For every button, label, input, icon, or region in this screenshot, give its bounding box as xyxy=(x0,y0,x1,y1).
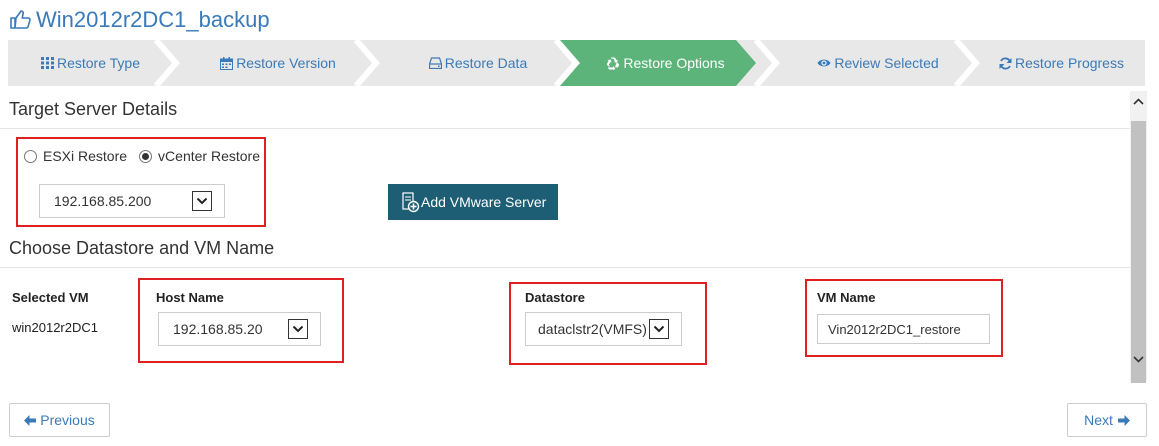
arrow-right-icon xyxy=(1117,414,1130,426)
vcenter-restore-label[interactable]: vCenter Restore xyxy=(158,148,260,164)
selected-vm-value: win2012r2DC1 xyxy=(12,320,98,335)
previous-label: Previous xyxy=(40,412,95,428)
recycle-icon xyxy=(606,57,620,70)
add-vmware-server-button[interactable]: Add VMware Server xyxy=(388,184,558,220)
step-review-selected[interactable]: Review Selected xyxy=(778,40,978,86)
datastore-label: Datastore xyxy=(525,290,585,305)
radio-selected-dot xyxy=(142,152,150,160)
drive-icon xyxy=(428,57,442,69)
datastore-section-heading: Choose Datastore and VM Name xyxy=(9,238,275,258)
step-label: Review Selected xyxy=(834,55,939,71)
step-restore-version[interactable]: Restore Version xyxy=(178,40,378,86)
restore-mode-radio-group: ESXi Restore vCenter Restore xyxy=(24,146,272,166)
eye-icon xyxy=(817,58,831,68)
esxi-restore-radio[interactable] xyxy=(24,149,37,163)
scroll-up-icon[interactable] xyxy=(1130,93,1147,110)
selected-vm-label: Selected VM xyxy=(12,290,89,305)
vm-name-input[interactable]: Vin2012r2DC1_restore xyxy=(817,314,990,344)
chevron-down-icon[interactable] xyxy=(192,191,212,211)
step-label: Restore Version xyxy=(236,55,336,71)
page-title-text: Win2012r2DC1_backup xyxy=(36,7,270,32)
step-label: Restore Options xyxy=(623,55,725,71)
datastore-value: dataclstr2(VMFS) xyxy=(538,321,647,337)
esxi-restore-label[interactable]: ESXi Restore xyxy=(43,148,127,164)
host-name-value: 192.168.85.20 xyxy=(173,321,263,337)
previous-button[interactable]: Previous xyxy=(9,403,110,437)
datastore-select[interactable]: dataclstr2(VMFS) xyxy=(525,312,682,346)
chevron-down-icon[interactable] xyxy=(288,319,308,339)
vcenter-restore-radio[interactable] xyxy=(139,149,153,163)
scroll-down-icon[interactable] xyxy=(1130,351,1147,368)
divider xyxy=(0,267,1130,268)
page-title: Win2012r2DC1_backup xyxy=(8,6,270,34)
step-restore-type[interactable]: Restore Type xyxy=(8,40,173,86)
server-select-value: 192.168.85.200 xyxy=(54,193,152,209)
step-restore-options[interactable]: Restore Options xyxy=(578,40,753,86)
step-label: Restore Type xyxy=(56,55,140,71)
content-scrollbar[interactable] xyxy=(1130,91,1147,383)
thumb-right-icon xyxy=(8,8,32,32)
host-name-select[interactable]: 192.168.85.20 xyxy=(158,312,321,346)
chevron-down-icon[interactable] xyxy=(649,319,669,339)
add-vmware-server-label: Add VMware Server xyxy=(421,194,547,210)
step-label: Restore Data xyxy=(444,55,528,71)
vm-name-label: VM Name xyxy=(817,290,876,305)
step-restore-data[interactable]: Restore Data xyxy=(378,40,578,86)
refresh-icon xyxy=(999,57,1012,70)
step-label: Restore Progress xyxy=(1015,55,1124,71)
next-button[interactable]: Next xyxy=(1067,403,1147,437)
add-server-icon xyxy=(402,191,420,213)
arrow-left-icon xyxy=(24,414,37,426)
server-select[interactable]: 192.168.85.200 xyxy=(39,184,225,218)
scroll-thumb[interactable] xyxy=(1131,121,1146,383)
wizard-steps: Restore Type Restore Version Restore Dat… xyxy=(8,40,1145,86)
grid-icon xyxy=(40,57,54,69)
divider xyxy=(0,128,1130,129)
next-label: Next xyxy=(1084,412,1113,428)
target-server-heading: Target Server Details xyxy=(9,99,178,119)
step-restore-progress[interactable]: Restore Progress xyxy=(978,40,1145,86)
host-name-label: Host Name xyxy=(156,290,224,305)
calendar-icon xyxy=(220,56,234,70)
